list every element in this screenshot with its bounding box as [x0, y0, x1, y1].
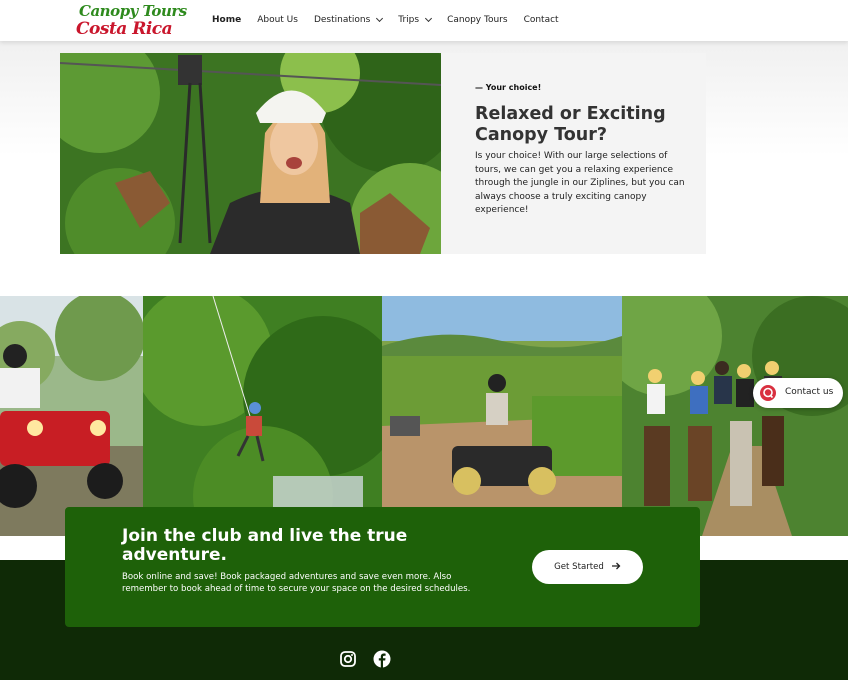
nav-label: Home	[212, 15, 242, 25]
hero-eyebrow: — Your choice!	[475, 83, 542, 92]
get-started-button[interactable]: Get Started	[532, 550, 643, 584]
nav-item-canopy-tours[interactable]: Canopy Tours	[447, 13, 507, 27]
instagram-icon[interactable]	[339, 650, 357, 668]
nav-item-home[interactable]: Home	[212, 13, 241, 27]
contact-us-button[interactable]: Contact us	[753, 378, 843, 408]
cta-text: Book online and save! Book packaged adve…	[122, 572, 471, 595]
cta-banner: Join the club and live the true adventur…	[65, 507, 700, 627]
cta-title: Join the club and live the true adventur…	[122, 526, 408, 565]
chevron-down-icon	[376, 14, 384, 23]
logo-line-2: Costa Rica	[76, 19, 173, 39]
main-nav: Home About Us Destinations Trips Canopy …	[212, 13, 575, 27]
nav-label: About Us	[257, 15, 298, 25]
site-header: Canopy Tours Costa Rica Home About Us De…	[0, 0, 848, 41]
site-logo[interactable]: Canopy Tours Costa Rica	[76, 2, 187, 40]
chat-icon	[760, 385, 776, 401]
nav-item-destinations[interactable]: Destinations	[313, 13, 384, 27]
hero-title: Relaxed or Exciting Canopy Tour?	[475, 104, 666, 145]
nav-label: Trips	[398, 15, 420, 25]
nav-label: Destinations	[313, 15, 371, 25]
get-started-label: Get Started	[554, 562, 604, 572]
arrow-right-icon	[611, 561, 621, 574]
nav-item-trips[interactable]: Trips	[398, 13, 433, 27]
hero-text: Is your choice! With our large selection…	[475, 151, 685, 216]
atv-rider-photo	[0, 296, 143, 536]
zipline-photo	[60, 53, 441, 254]
hero-card: — Your choice! Relaxed or Exciting Canop…	[441, 53, 706, 254]
atv-hills-photo	[382, 296, 622, 536]
rappelling-waterfall-photo	[143, 296, 382, 536]
horseback-riding-photo	[622, 296, 848, 536]
contact-us-label: Contact us	[785, 387, 834, 397]
chevron-down-icon	[425, 14, 433, 23]
logo-line-1: Canopy Tours	[79, 2, 187, 20]
nav-label: Canopy Tours	[447, 15, 508, 25]
nav-item-about-us[interactable]: About Us	[257, 13, 298, 27]
nav-item-contact[interactable]: Contact	[524, 13, 559, 27]
nav-label: Contact	[523, 15, 559, 25]
facebook-icon[interactable]	[373, 650, 391, 668]
